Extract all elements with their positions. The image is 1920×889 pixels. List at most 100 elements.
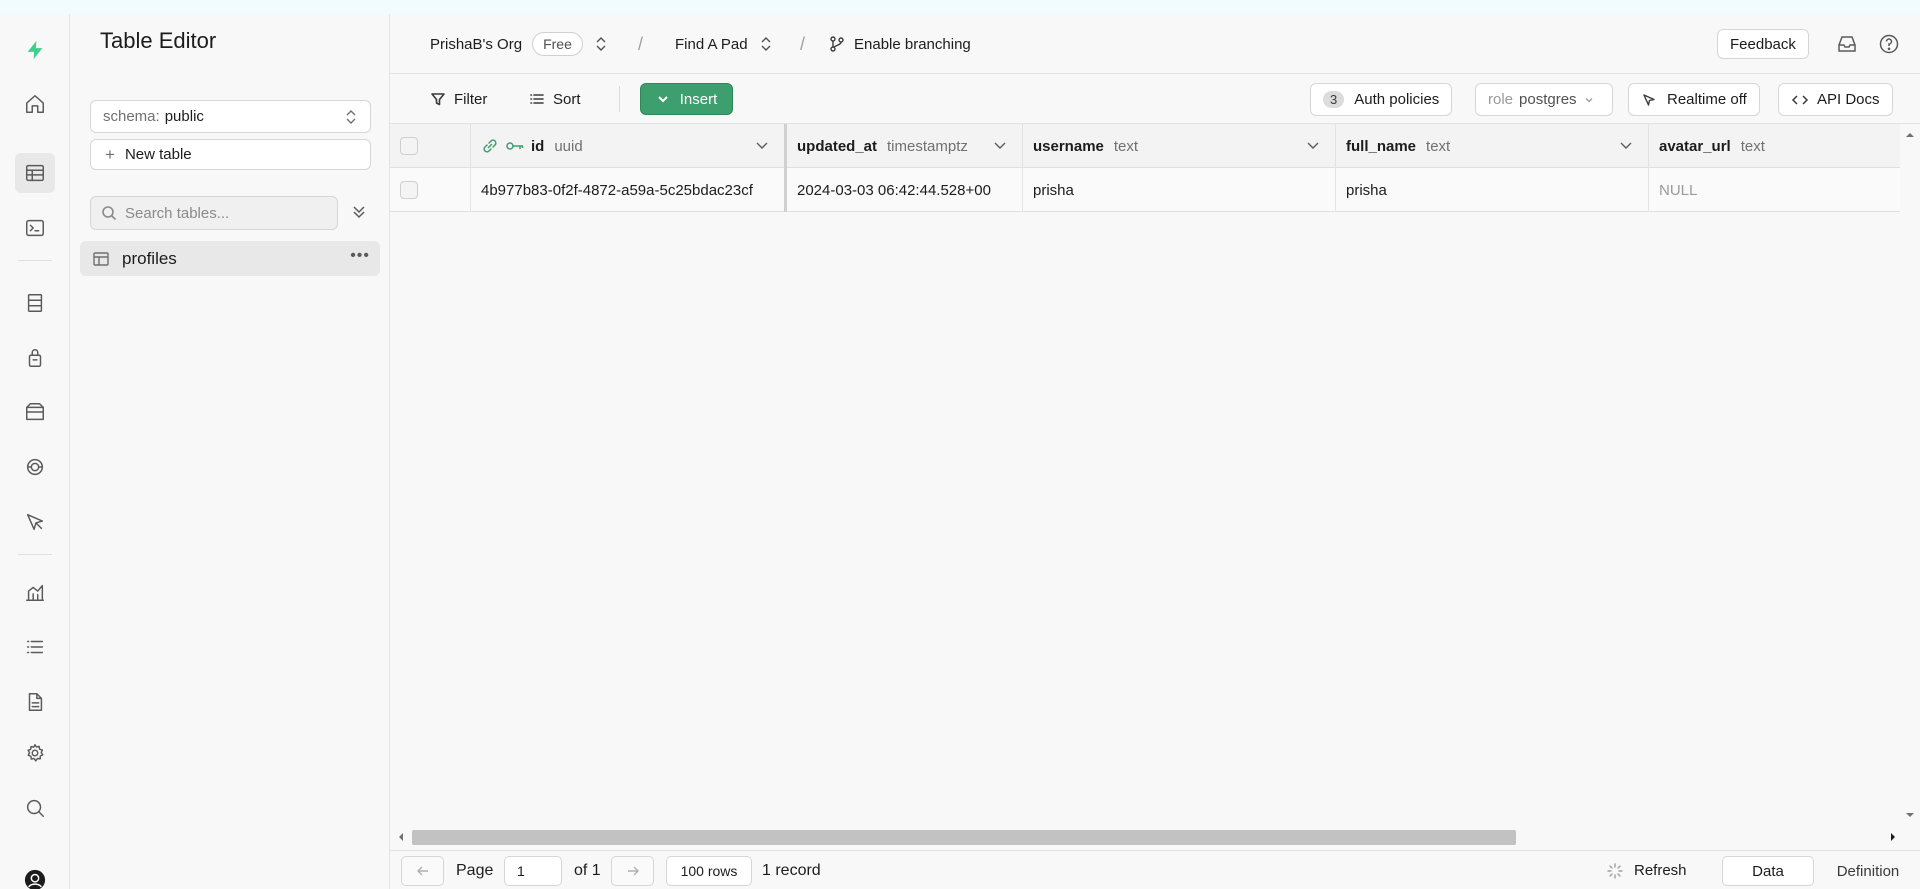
chevron-down-icon[interactable] — [1618, 137, 1634, 153]
refresh-button[interactable]: Refresh — [1606, 851, 1687, 889]
new-table-button[interactable]: + New table — [90, 139, 371, 170]
table-row[interactable]: 4b977b83-0f2f-4872-a59a-5c25bdac23cf 202… — [390, 168, 1900, 212]
page-title: Table Editor — [100, 28, 217, 53]
sql-editor-icon[interactable] — [15, 208, 55, 248]
column-type: timestamptz — [887, 137, 968, 155]
top-header: PrishaB's Org Free / Find A Pad / Enable… — [390, 14, 1920, 74]
search-tables-placeholder: Search tables... — [125, 204, 230, 222]
column-header-id[interactable]: id uuid — [471, 124, 787, 168]
insert-label: Insert — [679, 90, 718, 108]
logs-icon[interactable] — [15, 627, 55, 667]
grid-toolbar: Filter Sort Insert 3 Auth policies role … — [390, 74, 1920, 124]
cell-username[interactable]: prisha — [1023, 168, 1336, 212]
scroll-down-arrow-icon[interactable] — [1900, 808, 1920, 822]
search-icon[interactable] — [15, 788, 55, 828]
collapse-chevrons-icon[interactable] — [349, 202, 369, 222]
previous-page-button[interactable] — [401, 856, 444, 886]
project-breadcrumb[interactable]: Find A Pad — [675, 14, 772, 74]
home-icon[interactable] — [15, 84, 55, 124]
vertical-scrollbar[interactable] — [1900, 124, 1920, 824]
supabase-logo-icon[interactable] — [15, 30, 55, 70]
realtime-toggle-button[interactable]: Realtime off — [1628, 83, 1760, 116]
rows-per-page-select[interactable]: 100 rows — [666, 856, 752, 886]
column-header-username[interactable]: username text — [1023, 124, 1336, 168]
api-docs-button[interactable]: API Docs — [1778, 83, 1893, 116]
scroll-left-arrow-icon[interactable] — [394, 827, 408, 847]
toolbar-divider — [619, 86, 620, 112]
schema-select[interactable]: schema: public — [90, 100, 371, 133]
chevron-down-icon[interactable] — [992, 137, 1008, 153]
code-icon — [1791, 94, 1809, 105]
cell-updated-at[interactable]: 2024-03-03 06:42:44.528+00 — [787, 168, 1023, 212]
role-value: postgres — [1519, 91, 1577, 108]
page-number-input[interactable]: 1 — [504, 856, 562, 886]
column-name: full_name — [1346, 137, 1417, 155]
help-icon[interactable] — [1878, 33, 1900, 55]
scrollbar-thumb[interactable] — [412, 830, 1516, 845]
plus-icon: + — [105, 144, 115, 164]
chevron-down-icon — [658, 96, 668, 103]
select-all-checkbox[interactable] — [400, 137, 418, 155]
tab-definition[interactable]: Definition — [1820, 856, 1916, 886]
api-docs-label: API Docs — [1817, 91, 1880, 108]
realtime-icon[interactable] — [15, 502, 55, 542]
search-icon — [102, 206, 117, 221]
primary-key-icon — [506, 142, 524, 150]
storage-icon[interactable] — [15, 392, 55, 432]
table-sidebar: Table Editor schema: public + New table … — [70, 14, 390, 889]
search-tables-input[interactable]: Search tables... — [90, 196, 338, 230]
next-page-button[interactable] — [611, 856, 654, 886]
breadcrumb-separator: / — [800, 33, 806, 54]
column-header-updated-at[interactable]: updated_at timestamptz — [787, 124, 1023, 168]
insert-button[interactable]: Insert — [640, 83, 733, 115]
chevron-down-icon[interactable] — [754, 137, 770, 153]
database-icon[interactable] — [15, 283, 55, 323]
table-editor-icon[interactable] — [15, 153, 55, 193]
schema-label: schema: — [103, 108, 160, 125]
authentication-icon[interactable] — [15, 338, 55, 378]
sort-button[interactable]: Sort — [529, 84, 581, 114]
column-type: uuid — [554, 137, 583, 155]
role-select[interactable]: role postgres — [1475, 83, 1613, 116]
org-breadcrumb[interactable]: PrishaB's Org Free — [430, 14, 607, 74]
row-select-cell — [390, 168, 471, 212]
api-docs-icon[interactable] — [15, 682, 55, 722]
cell-id[interactable]: 4b977b83-0f2f-4872-a59a-5c25bdac23cf — [471, 168, 787, 212]
feedback-button[interactable]: Feedback — [1717, 29, 1809, 59]
cell-full-name[interactable]: prisha — [1336, 168, 1649, 212]
filter-button[interactable]: Filter — [430, 84, 487, 114]
column-name: username — [1033, 137, 1104, 155]
column-type: text — [1426, 137, 1451, 155]
horizontal-scrollbar[interactable] — [390, 824, 1900, 850]
git-branch-icon — [830, 36, 844, 52]
rail-divider — [18, 260, 52, 261]
table-icon — [93, 251, 109, 266]
project-name: Find A Pad — [675, 35, 748, 53]
chevron-down-icon[interactable] — [1305, 137, 1321, 153]
grid-header-row: id uuid updated_at timestamptz username … — [390, 124, 1900, 168]
sidebar-table-item-profiles[interactable]: profiles ••• — [80, 241, 380, 276]
column-header-full-name[interactable]: full_name text — [1336, 124, 1649, 168]
refresh-label: Refresh — [1634, 862, 1687, 879]
scroll-right-arrow-icon[interactable] — [1886, 827, 1900, 847]
row-checkbox[interactable] — [400, 181, 418, 199]
enable-branching-button[interactable]: Enable branching — [828, 14, 971, 74]
chevron-updown-icon — [596, 37, 606, 51]
more-options-icon[interactable]: ••• — [350, 247, 370, 265]
edge-functions-icon[interactable] — [15, 447, 55, 487]
inbox-icon[interactable] — [1836, 33, 1858, 55]
cell-avatar-url[interactable]: NULL — [1649, 168, 1900, 212]
column-name: avatar_url — [1659, 137, 1731, 155]
auth-policies-button[interactable]: 3 Auth policies — [1310, 83, 1453, 116]
enable-branching-label: Enable branching — [854, 35, 971, 53]
org-name: PrishaB's Org — [430, 35, 523, 53]
settings-icon[interactable] — [15, 733, 55, 773]
reports-icon[interactable] — [15, 572, 55, 612]
account-icon[interactable] — [15, 860, 55, 889]
column-name: updated_at — [797, 137, 878, 155]
scroll-up-arrow-icon[interactable] — [1900, 128, 1920, 142]
tab-data[interactable]: Data — [1722, 856, 1814, 886]
window-top-strip — [0, 0, 1920, 14]
column-header-avatar-url[interactable]: avatar_url text — [1649, 124, 1900, 168]
icon-rail — [0, 14, 70, 889]
